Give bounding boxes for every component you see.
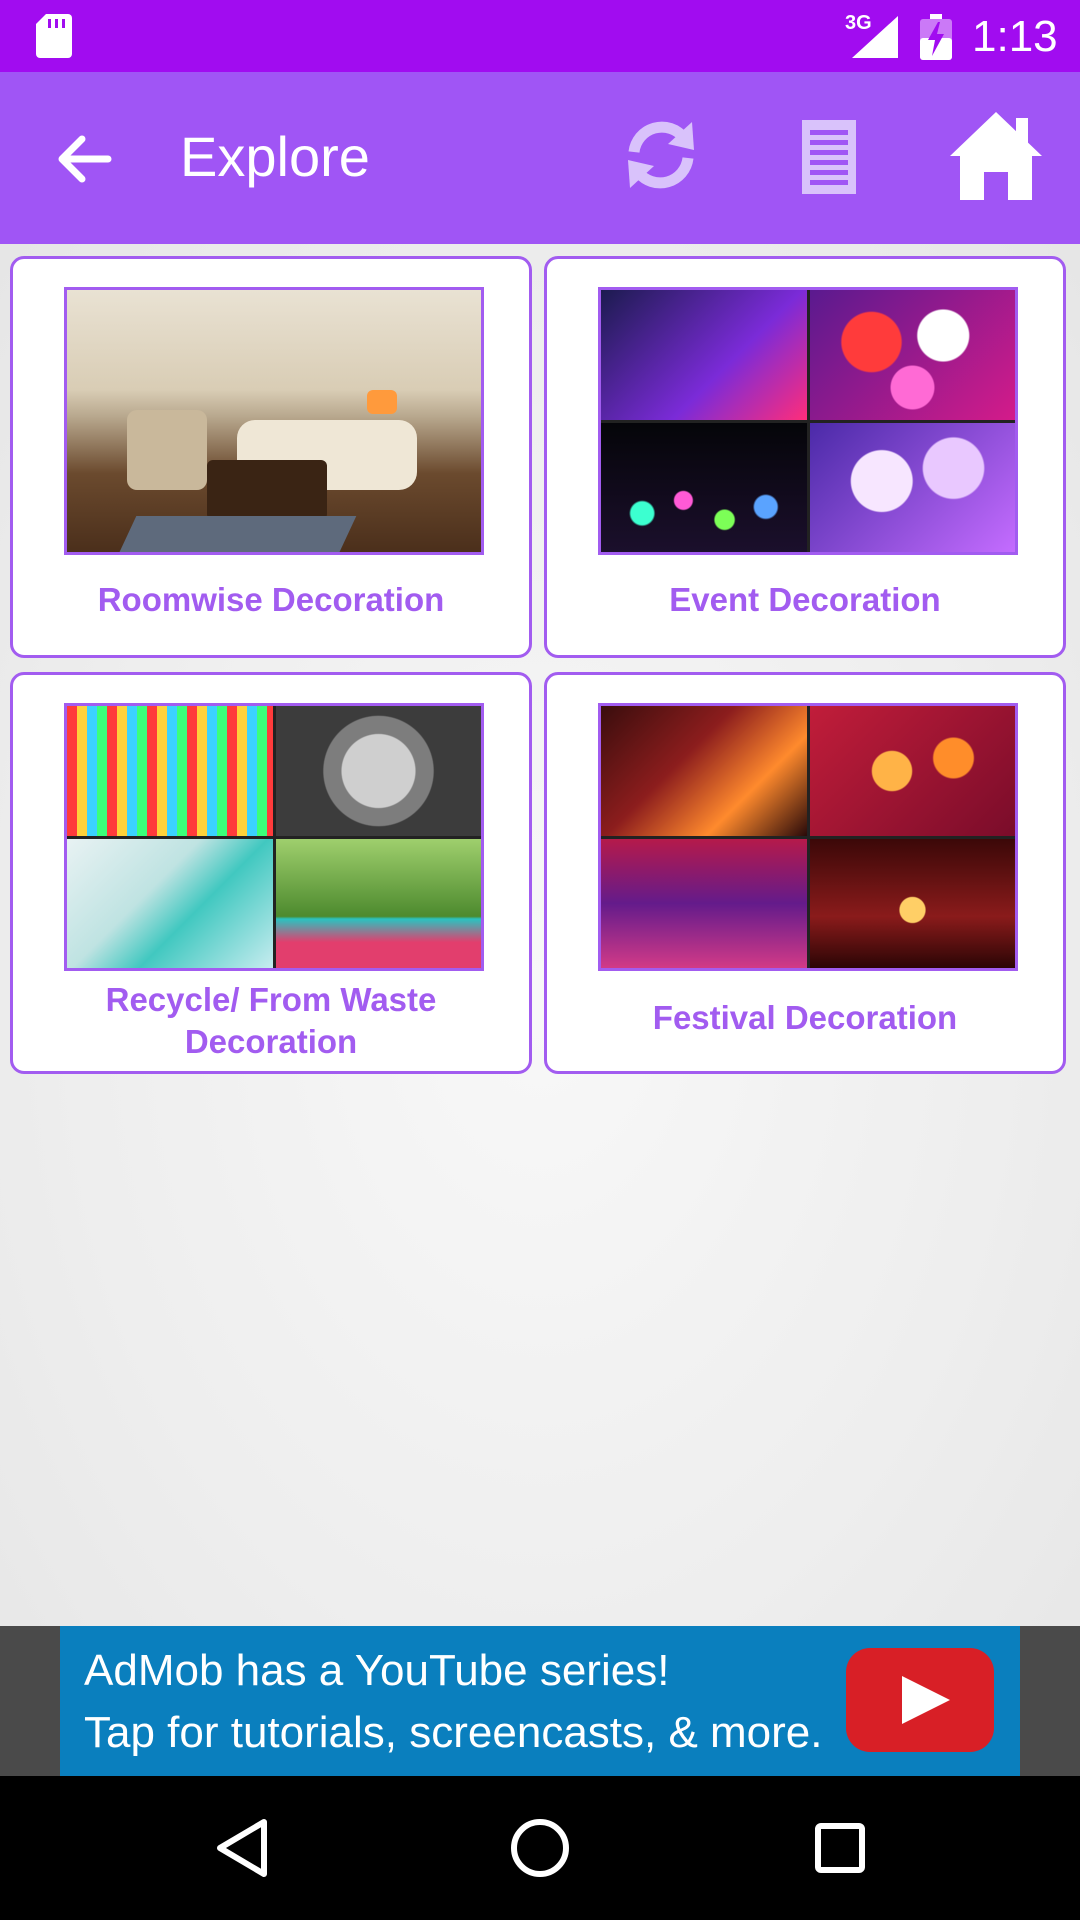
system-nav-bar <box>0 1776 1080 1920</box>
card-roomwise-decoration[interactable]: Roomwise Decoration <box>10 256 532 658</box>
festival-lamps-collage <box>601 706 1015 968</box>
nav-recents-icon[interactable] <box>804 1812 876 1884</box>
app-bar: Explore <box>0 72 1080 244</box>
category-grid: Roomwise Decoration Event Decoration Rec… <box>0 244 1080 1626</box>
roomwise-thumbnail <box>64 287 484 555</box>
photo-rug <box>117 516 357 552</box>
battery-charging-icon <box>920 14 952 60</box>
home-icon[interactable] <box>946 108 1046 204</box>
card-label: Festival Decoration <box>652 999 958 1036</box>
event-lights-collage <box>601 290 1015 552</box>
admob-banner[interactable]: AdMob has a YouTube series! Tap for tuto… <box>60 1626 1020 1776</box>
card-label: Recycle/ From Waste Decoration <box>23 979 519 1063</box>
recycle-thumbnail <box>64 703 484 971</box>
card-label-line1: Recycle/ From Waste <box>105 981 437 1018</box>
ad-container: AdMob has a YouTube series! Tap for tuto… <box>0 1626 1080 1776</box>
collage-tile <box>67 706 273 836</box>
recycled-crafts-collage <box>67 706 481 968</box>
living-room-photo <box>67 290 481 552</box>
refresh-icon[interactable] <box>620 114 702 196</box>
collage-tile <box>275 706 481 836</box>
sd-card-icon <box>36 14 72 58</box>
festival-thumbnail <box>598 703 1018 971</box>
collage-tile <box>601 422 807 552</box>
collage-tile <box>809 838 1015 968</box>
back-arrow-icon[interactable] <box>50 124 120 194</box>
clock: 1:13 <box>972 12 1058 61</box>
list-icon[interactable] <box>790 116 868 198</box>
photo-fireplace <box>367 390 397 414</box>
collage-tile <box>601 838 807 968</box>
nav-home-icon[interactable] <box>504 1812 576 1884</box>
nav-back-icon[interactable] <box>208 1812 280 1884</box>
photo-chair <box>127 410 207 490</box>
collage-tile <box>67 838 273 968</box>
photo-table <box>207 460 327 520</box>
collage-tile <box>601 706 807 836</box>
card-label: Event Decoration <box>669 581 941 618</box>
collage-tile <box>809 706 1015 836</box>
page-title: Explore <box>180 125 370 188</box>
ad-text-line2: Tap for tutorials, screencasts, & more. <box>84 1708 823 1757</box>
card-festival-decoration[interactable]: Festival Decoration <box>544 672 1066 1074</box>
collage-tile <box>275 838 481 968</box>
event-thumbnail <box>598 287 1018 555</box>
collage-tile <box>809 290 1015 420</box>
card-recycle-decoration[interactable]: Recycle/ From Waste Decoration <box>10 672 532 1074</box>
collage-tile <box>601 290 807 420</box>
card-event-decoration[interactable]: Event Decoration <box>544 256 1066 658</box>
youtube-play-icon <box>846 1648 994 1752</box>
signal-icon <box>852 16 898 58</box>
status-bar: 3G 1:13 <box>0 0 1080 72</box>
ad-text-line1: AdMob has a YouTube series! <box>84 1646 670 1695</box>
collage-tile <box>809 422 1015 552</box>
card-label: Roomwise Decoration <box>97 581 445 618</box>
card-label-line2: Decoration <box>184 1023 358 1060</box>
